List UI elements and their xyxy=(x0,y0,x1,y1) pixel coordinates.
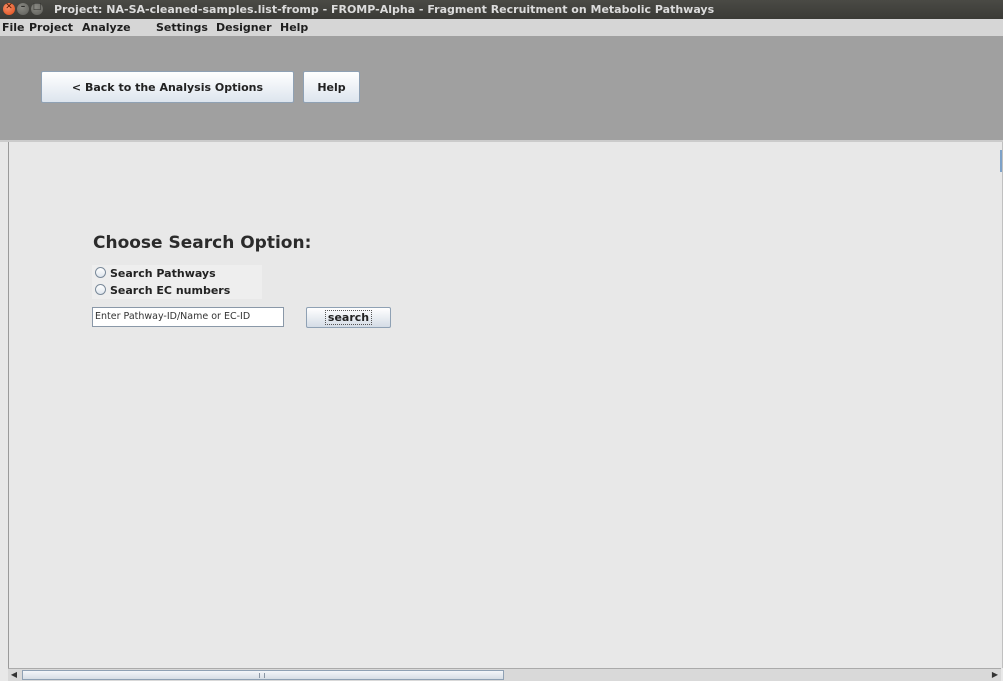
radio-label-pathways: Search Pathways xyxy=(110,267,216,280)
scroll-right-arrow-icon[interactable]: ▶ xyxy=(989,669,1001,681)
grip-icon xyxy=(259,673,265,678)
menu-designer[interactable]: Designer xyxy=(216,21,272,34)
maximize-icon: □ xyxy=(32,2,42,12)
maximize-window-button[interactable]: □ xyxy=(31,2,43,15)
title-bar: ✕ – □ Project: NA-SA-cleaned-samples.lis… xyxy=(0,0,1003,19)
back-to-analysis-options-button[interactable]: < Back to the Analysis Options xyxy=(41,71,294,103)
menu-settings[interactable]: Settings xyxy=(156,21,208,34)
close-window-button[interactable]: ✕ xyxy=(3,2,15,15)
radio-search-ec-numbers[interactable]: Search EC numbers xyxy=(95,284,230,297)
scrollbar-thumb[interactable] xyxy=(22,670,504,680)
scroll-left-arrow-icon[interactable]: ◀ xyxy=(8,669,20,681)
radio-label-ec-numbers: Search EC numbers xyxy=(110,284,231,297)
navigation-panel: < Back to the Analysis Options Help xyxy=(0,36,1003,140)
search-content-area xyxy=(8,142,1003,668)
menu-analyze[interactable]: Analyze xyxy=(82,21,131,34)
help-button[interactable]: Help xyxy=(303,71,360,103)
close-icon: ✕ xyxy=(5,2,13,12)
minimize-icon: – xyxy=(20,2,26,12)
horizontal-scrollbar[interactable]: ◀ ▶ xyxy=(8,668,1001,681)
radio-circle-icon[interactable] xyxy=(95,267,106,278)
radio-search-pathways[interactable]: Search Pathways xyxy=(95,267,216,280)
minimize-window-button[interactable]: – xyxy=(17,2,29,15)
menu-help[interactable]: Help xyxy=(280,21,308,34)
search-input[interactable]: Enter Pathway-ID/Name or EC-ID xyxy=(92,307,284,327)
search-option-heading: Choose Search Option: xyxy=(93,233,312,253)
radio-circle-icon[interactable] xyxy=(95,284,106,295)
menu-project[interactable]: Project xyxy=(29,21,73,34)
search-button[interactable]: search xyxy=(306,307,391,328)
menu-file[interactable]: File xyxy=(2,21,25,34)
menu-bar: File Project Analyze Settings Designer H… xyxy=(0,19,1003,36)
focus-indicator xyxy=(1000,150,1002,172)
search-button-label: search xyxy=(324,310,373,325)
window-title: Project: NA-SA-cleaned-samples.list-from… xyxy=(54,3,715,16)
search-option-group: Search Pathways Search EC numbers xyxy=(92,265,262,299)
